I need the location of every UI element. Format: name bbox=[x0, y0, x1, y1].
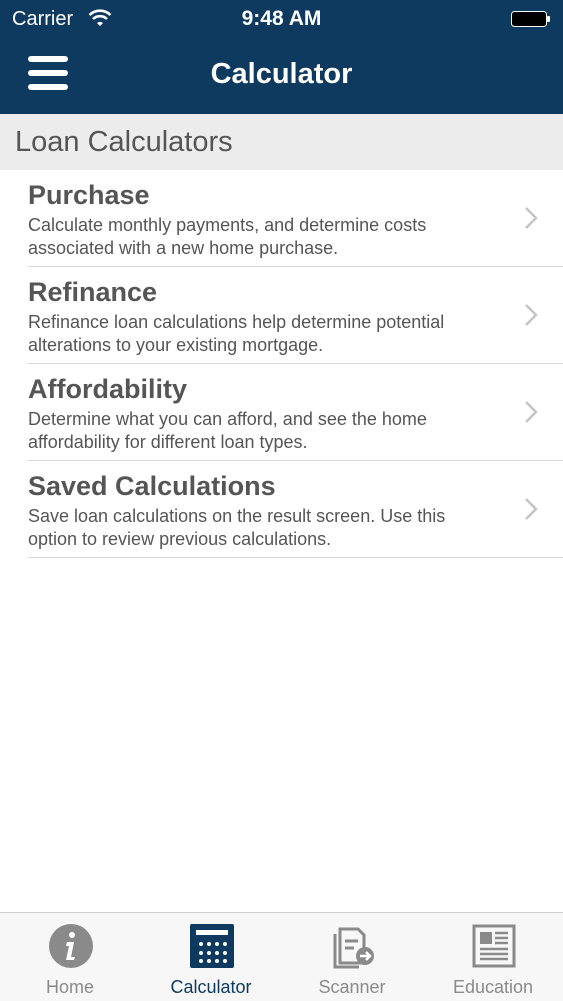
tab-bar: Home Calculator Scanner Education bbox=[0, 912, 563, 1001]
list-item-title: Saved Calculations bbox=[28, 471, 276, 501]
section-title: Loan Calculators bbox=[15, 126, 233, 158]
tab-home[interactable]: Home bbox=[0, 913, 140, 1001]
list-item-purchase[interactable]: Purchase Calculate monthly payments, and… bbox=[28, 170, 563, 267]
list-item-description: Calculate monthly payments, and determin… bbox=[28, 215, 427, 258]
calculator-icon bbox=[190, 924, 234, 968]
list-item-saved-calculations[interactable]: Saved Calculations Save loan calculation… bbox=[28, 461, 563, 558]
chevron-right-icon bbox=[525, 401, 538, 423]
tab-education[interactable]: Education bbox=[423, 913, 563, 1001]
chevron-right-icon bbox=[525, 207, 538, 229]
chevron-right-icon bbox=[525, 498, 538, 520]
section-header: Loan Calculators bbox=[0, 114, 563, 170]
page-title: Calculator bbox=[210, 58, 353, 90]
battery-icon bbox=[511, 10, 551, 27]
tab-label: Home bbox=[45, 977, 94, 997]
tab-calculator[interactable]: Calculator bbox=[141, 913, 281, 1001]
tab-label: Calculator bbox=[170, 977, 252, 997]
status-bar: Carrier 9:48 AM bbox=[0, 0, 563, 38]
list-item-affordability[interactable]: Affordability Determine what you can aff… bbox=[28, 364, 563, 461]
scanner-icon bbox=[333, 927, 374, 969]
info-icon bbox=[49, 924, 93, 968]
tab-label: Education bbox=[452, 977, 534, 997]
tab-scanner[interactable]: Scanner bbox=[282, 913, 422, 1001]
list-item-title: Purchase bbox=[28, 180, 150, 210]
list-item-title: Refinance bbox=[28, 277, 158, 307]
tab-label: Scanner bbox=[318, 977, 386, 997]
chevron-right-icon bbox=[525, 304, 538, 326]
list-item-description: Determine what you can afford, and see t… bbox=[28, 409, 427, 452]
newspaper-icon bbox=[472, 924, 516, 968]
list-item-description: Save loan calculations on the result scr… bbox=[28, 506, 446, 549]
list-item-title: Affordability bbox=[28, 374, 187, 404]
list-item-description: Refinance loan calculations help determi… bbox=[28, 312, 445, 355]
status-time: 9:48 AM bbox=[241, 7, 322, 30]
navigation-bar: Carrier 9:48 AM Calculator bbox=[0, 0, 563, 114]
list-item-refinance[interactable]: Refinance Refinance loan calculations he… bbox=[28, 267, 563, 364]
calculator-list: Purchase Calculate monthly payments, and… bbox=[0, 170, 563, 558]
